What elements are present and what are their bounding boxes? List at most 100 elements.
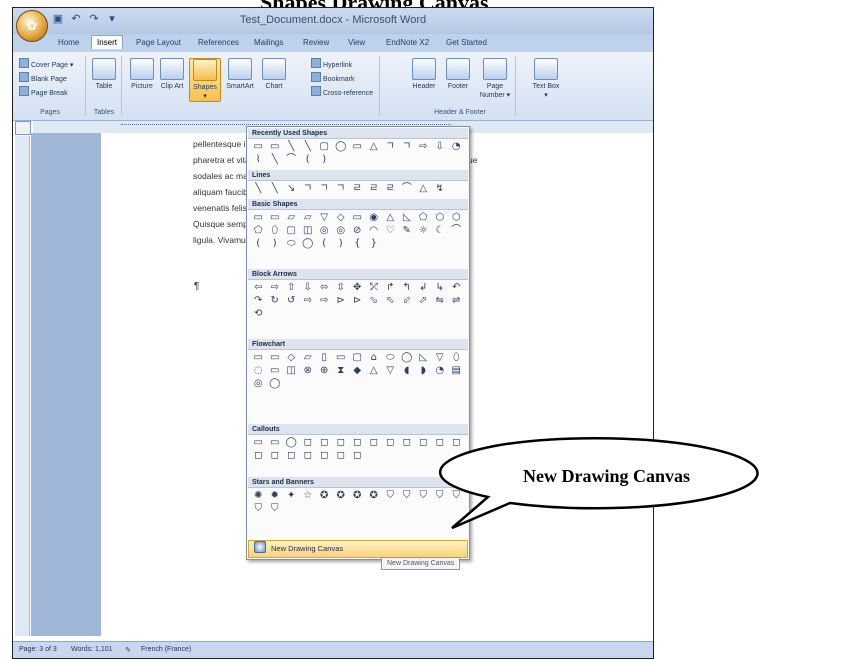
page-number-button[interactable]: Page Number ▾ (477, 58, 513, 100)
shape-option[interactable]: ◻ (366, 436, 383, 449)
shape-option[interactable]: ▭ (250, 140, 267, 153)
shape-option[interactable]: ╲ (283, 140, 300, 153)
shape-option[interactable]: ◯ (300, 237, 317, 250)
new-drawing-canvas-item[interactable]: New Drawing Canvas (248, 540, 468, 558)
tab-mailings[interactable]: Mailings (249, 36, 288, 49)
shape-option[interactable]: ⧗ (333, 364, 350, 377)
shape-option[interactable]: ) (267, 237, 284, 250)
shape-option[interactable]: ▽ (316, 211, 333, 224)
shape-option[interactable]: ↯ (432, 182, 449, 195)
shape-option[interactable]: ⌂ (366, 351, 383, 364)
shape-option[interactable]: ▱ (300, 211, 317, 224)
shape-option[interactable]: ◆ (349, 364, 366, 377)
table-button[interactable]: Table (89, 58, 119, 91)
tab-references[interactable]: References (193, 36, 244, 49)
shape-option[interactable]: ⇩ (432, 140, 449, 153)
shape-option[interactable]: ▭ (349, 140, 366, 153)
shape-option[interactable]: ◻ (448, 436, 465, 449)
shape-option[interactable]: ⟲ (250, 307, 267, 320)
shape-option[interactable]: ↰ (399, 281, 416, 294)
shape-option[interactable]: ◻ (333, 436, 350, 449)
shape-option[interactable]: ▭ (333, 351, 350, 364)
shape-option[interactable]: ✦ (283, 489, 300, 502)
shape-option[interactable]: △ (382, 211, 399, 224)
shape-option[interactable]: ╲ (267, 182, 284, 195)
cross-reference-button[interactable]: Cross-reference (311, 86, 373, 97)
cover-page-button[interactable]: Cover Page ▾ (19, 58, 73, 69)
shape-option[interactable]: ╲ (300, 140, 317, 153)
shape-option[interactable]: ▽ (382, 364, 399, 377)
shape-option[interactable]: ▭ (267, 436, 284, 449)
vertical-ruler[interactable] (15, 136, 30, 636)
shape-option[interactable]: ⛉ (415, 489, 432, 502)
shape-option[interactable]: ▭ (267, 364, 284, 377)
shape-option[interactable]: ◯ (333, 140, 350, 153)
shape-option[interactable]: ◉ (366, 211, 383, 224)
shape-option[interactable]: ◻ (382, 436, 399, 449)
shape-option[interactable]: ◇ (333, 211, 350, 224)
shape-option[interactable]: ✎ (399, 224, 416, 237)
shape-option[interactable]: ▽ (432, 351, 449, 364)
shape-option[interactable]: ㄱ (300, 182, 317, 195)
shape-option[interactable]: ◯ (399, 351, 416, 364)
shape-option[interactable]: ⬭ (382, 351, 399, 364)
shape-option[interactable]: ◎ (333, 224, 350, 237)
shape-option[interactable]: ✥ (349, 281, 366, 294)
shape-option[interactable]: ◻ (415, 436, 432, 449)
shape-option[interactable]: ⇌ (448, 294, 465, 307)
shape-option[interactable]: ㄱ (382, 140, 399, 153)
shape-option[interactable]: △ (366, 140, 383, 153)
shape-option[interactable]: ⊗ (300, 364, 317, 377)
shape-option[interactable]: ⬄ (316, 281, 333, 294)
shape-option[interactable]: { (349, 237, 366, 250)
shape-option[interactable]: ⤱ (366, 281, 383, 294)
shape-option[interactable]: ⬠ (415, 211, 432, 224)
shape-option[interactable]: ▭ (267, 140, 284, 153)
header-button[interactable]: Header (409, 58, 439, 91)
shape-option[interactable]: ( (300, 153, 317, 166)
shape-option[interactable]: ◻ (316, 436, 333, 449)
shape-option[interactable]: ↻ (267, 294, 284, 307)
shape-option[interactable]: ) (316, 153, 333, 166)
shape-option[interactable]: ◻ (267, 449, 284, 462)
shape-option[interactable]: ▭ (267, 351, 284, 364)
shape-option[interactable]: ⇧ (283, 281, 300, 294)
shape-option[interactable]: ◌ (250, 364, 267, 377)
shape-option[interactable]: ㄹ (349, 182, 366, 195)
shape-option[interactable]: ▢ (283, 224, 300, 237)
shape-option[interactable]: ⇨ (415, 140, 432, 153)
shape-option[interactable]: ↱ (382, 281, 399, 294)
shape-option[interactable]: ▭ (349, 211, 366, 224)
shape-option[interactable]: ▭ (250, 436, 267, 449)
shape-option[interactable]: ↘ (283, 182, 300, 195)
shape-option[interactable]: ⛉ (432, 489, 449, 502)
smartart-button[interactable]: SmartArt (223, 58, 257, 91)
footer-button[interactable]: Footer (443, 58, 473, 91)
shape-option[interactable]: ▢ (349, 351, 366, 364)
shape-option[interactable]: ▯ (316, 351, 333, 364)
shape-option[interactable]: ⌇ (250, 153, 267, 166)
shape-option[interactable]: ♡ (382, 224, 399, 237)
text-box-button[interactable]: Text Box ▾ (531, 58, 561, 100)
shape-option[interactable]: ◻ (283, 449, 300, 462)
shape-option[interactable]: ◔ (432, 364, 449, 377)
shape-option[interactable]: ⬁ (382, 294, 399, 307)
shape-option[interactable]: ☼ (415, 224, 432, 237)
shape-option[interactable]: ▭ (267, 211, 284, 224)
shape-option[interactable]: ✪ (316, 489, 333, 502)
shape-option[interactable]: ⇦ (250, 281, 267, 294)
clip-art-button[interactable]: Clip Art (157, 58, 187, 91)
shape-option[interactable]: ▱ (300, 351, 317, 364)
shape-option[interactable]: ⬂ (366, 294, 383, 307)
shape-option[interactable]: ⬀ (415, 294, 432, 307)
tab-page-layout[interactable]: Page Layout (131, 36, 186, 49)
hyperlink-button[interactable]: Hyperlink (311, 58, 352, 69)
shape-option[interactable]: ⬭ (283, 237, 300, 250)
shape-option[interactable]: ⌒ (399, 182, 416, 195)
shape-option[interactable]: △ (415, 182, 432, 195)
shape-option[interactable]: ↳ (432, 281, 449, 294)
tab-view[interactable]: View (343, 36, 370, 49)
shape-option[interactable]: ◎ (316, 224, 333, 237)
shape-option[interactable]: ◔ (448, 140, 465, 153)
shape-option[interactable]: ) (333, 237, 350, 250)
